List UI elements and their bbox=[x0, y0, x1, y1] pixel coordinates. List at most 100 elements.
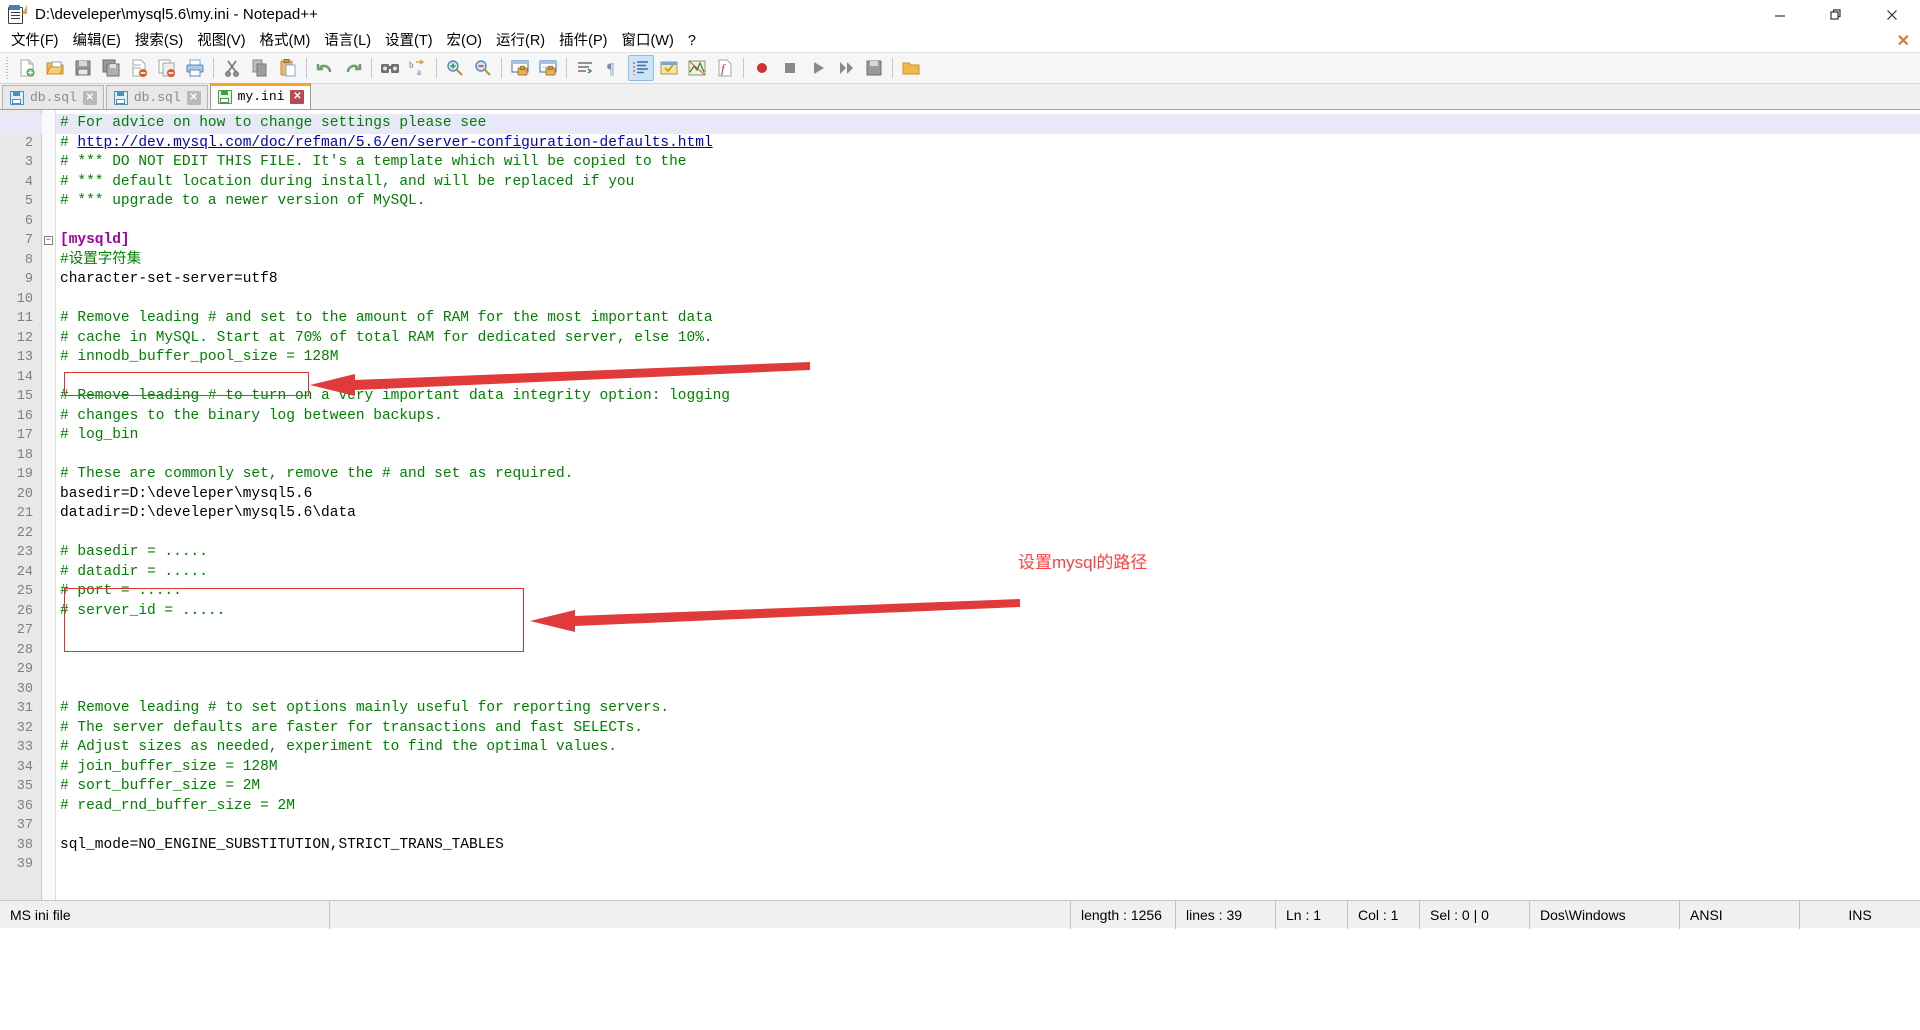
fold-collapse-icon[interactable]: − bbox=[44, 236, 53, 245]
play-macro-icon[interactable] bbox=[805, 55, 831, 81]
status-eol-format[interactable]: Dos\Windows bbox=[1530, 900, 1680, 929]
code-line[interactable]: # The server defaults are faster for tra… bbox=[60, 719, 1920, 739]
code-line[interactable] bbox=[60, 680, 1920, 700]
code-line[interactable]: # datadir = ..... bbox=[60, 563, 1920, 583]
save-all-icon[interactable] bbox=[98, 55, 124, 81]
menu-settings[interactable]: 设置(T) bbox=[378, 30, 440, 52]
indent-guide-icon[interactable] bbox=[628, 55, 654, 81]
close-icon[interactable] bbox=[1864, 0, 1920, 30]
code-line[interactable]: # cache in MySQL. Start at 70% of total … bbox=[60, 329, 1920, 349]
menu-format[interactable]: 格式(M) bbox=[253, 30, 318, 52]
code-line[interactable]: # For advice on how to change settings p… bbox=[56, 114, 1920, 134]
status-insert-mode[interactable]: INS bbox=[1800, 901, 1920, 929]
copy-icon[interactable] bbox=[247, 55, 273, 81]
code-line[interactable]: datadir=D:\develeper\mysql5.6\data bbox=[60, 504, 1920, 524]
menu-plugins[interactable]: 插件(P) bbox=[552, 30, 614, 52]
menu-language[interactable]: 语言(L) bbox=[317, 30, 378, 52]
tab-close-icon[interactable]: ✕ bbox=[290, 89, 305, 104]
minimize-icon[interactable] bbox=[1752, 0, 1808, 30]
sync-vertical-scroll-icon[interactable] bbox=[507, 55, 533, 81]
code-line[interactable]: # *** upgrade to a newer version of MySQ… bbox=[60, 192, 1920, 212]
tab-db-sql-2[interactable]: db.sql ✕ bbox=[105, 85, 208, 109]
paste-icon[interactable] bbox=[275, 55, 301, 81]
fold-margin[interactable]: − bbox=[42, 110, 56, 900]
redo-icon[interactable] bbox=[340, 55, 366, 81]
doc-map-icon[interactable] bbox=[684, 55, 710, 81]
code-line[interactable] bbox=[60, 855, 1920, 875]
zoom-in-icon[interactable] bbox=[442, 55, 468, 81]
cut-icon[interactable] bbox=[219, 55, 245, 81]
code-line[interactable]: #设置字符集 bbox=[60, 251, 1920, 271]
tab-close-icon[interactable]: ✕ bbox=[186, 90, 201, 105]
new-file-icon[interactable] bbox=[14, 55, 40, 81]
code-line[interactable]: character-set-server=utf8 bbox=[60, 270, 1920, 290]
code-text-area[interactable]: # For advice on how to change settings p… bbox=[56, 110, 1920, 900]
code-url-link[interactable]: http://dev.mysql.com/doc/refman/5.6/en/s… bbox=[77, 135, 712, 151]
code-line[interactable] bbox=[60, 816, 1920, 836]
menu-search[interactable]: 搜索(S) bbox=[128, 30, 190, 52]
play-multiple-macro-icon[interactable] bbox=[833, 55, 859, 81]
replace-icon[interactable]: b a bbox=[405, 55, 431, 81]
open-file-icon[interactable] bbox=[42, 55, 68, 81]
tab-my-ini[interactable]: my.ini ✕ bbox=[209, 83, 312, 109]
show-all-chars-icon[interactable]: ¶ bbox=[600, 55, 626, 81]
code-line[interactable] bbox=[60, 212, 1920, 232]
save-icon[interactable] bbox=[70, 55, 96, 81]
user-defined-dialog-icon[interactable] bbox=[656, 55, 682, 81]
code-line[interactable]: # Remove leading # and set to the amount… bbox=[60, 309, 1920, 329]
print-icon[interactable] bbox=[182, 55, 208, 81]
restore-icon[interactable] bbox=[1808, 0, 1864, 30]
code-line[interactable]: basedir=D:\develeper\mysql5.6 bbox=[60, 485, 1920, 505]
menu-run[interactable]: 运行(R) bbox=[489, 30, 552, 52]
folder-as-workspace-icon[interactable] bbox=[898, 55, 924, 81]
code-line[interactable]: # port = ..... bbox=[60, 582, 1920, 602]
function-list-icon[interactable]: f bbox=[712, 55, 738, 81]
undo-icon[interactable] bbox=[312, 55, 338, 81]
record-macro-icon[interactable] bbox=[749, 55, 775, 81]
code-line[interactable] bbox=[60, 290, 1920, 310]
toolbar-grip[interactable] bbox=[4, 57, 11, 79]
code-line[interactable]: # Remove leading # to turn on a very imp… bbox=[60, 387, 1920, 407]
code-line[interactable]: # join_buffer_size = 128M bbox=[60, 758, 1920, 778]
code-line[interactable] bbox=[60, 368, 1920, 388]
find-icon[interactable] bbox=[377, 55, 403, 81]
menu-view[interactable]: 视图(V) bbox=[190, 30, 252, 52]
code-line[interactable]: # *** default location during install, a… bbox=[60, 173, 1920, 193]
code-line[interactable]: # basedir = ..... bbox=[60, 543, 1920, 563]
code-line[interactable]: # read_rnd_buffer_size = 2M bbox=[60, 797, 1920, 817]
save-macro-icon[interactable] bbox=[861, 55, 887, 81]
code-line[interactable]: # log_bin bbox=[60, 426, 1920, 446]
code-line[interactable]: # *** DO NOT EDIT THIS FILE. It's a temp… bbox=[60, 153, 1920, 173]
code-line[interactable]: [mysqld] bbox=[60, 231, 1920, 251]
code-line[interactable]: # These are commonly set, remove the # a… bbox=[60, 465, 1920, 485]
code-line[interactable] bbox=[60, 641, 1920, 661]
close-document-icon[interactable]: ✕ bbox=[1897, 31, 1910, 51]
code-line[interactable] bbox=[60, 621, 1920, 641]
menu-help[interactable]: ? bbox=[681, 30, 703, 52]
code-line[interactable]: # sort_buffer_size = 2M bbox=[60, 777, 1920, 797]
code-line[interactable]: # Remove leading # to set options mainly… bbox=[60, 699, 1920, 719]
code-line[interactable]: # changes to the binary log between back… bbox=[60, 407, 1920, 427]
close-all-icon[interactable] bbox=[154, 55, 180, 81]
sync-horizontal-scroll-icon[interactable] bbox=[535, 55, 561, 81]
tab-db-sql-1[interactable]: db.sql ✕ bbox=[2, 85, 104, 109]
code-line[interactable]: # innodb_buffer_pool_size = 128M bbox=[60, 348, 1920, 368]
code-line[interactable] bbox=[60, 524, 1920, 544]
editor-area[interactable]: 1 2 3 4 5 6 7 8 9 10 11 12 13 14 15 16 17 18 19 20 21 22 23 24 2… bbox=[0, 110, 1920, 900]
word-wrap-icon[interactable] bbox=[572, 55, 598, 81]
stop-macro-icon[interactable] bbox=[777, 55, 803, 81]
menu-edit[interactable]: 编辑(E) bbox=[66, 30, 128, 52]
menu-file[interactable]: 文件(F) bbox=[4, 30, 66, 52]
tab-close-icon[interactable]: ✕ bbox=[82, 90, 97, 105]
code-line[interactable] bbox=[60, 660, 1920, 680]
menu-macro[interactable]: 宏(O) bbox=[440, 30, 489, 52]
code-line[interactable] bbox=[60, 446, 1920, 466]
code-line[interactable]: # server_id = ..... bbox=[60, 602, 1920, 622]
code-line[interactable]: # Adjust sizes as needed, experiment to … bbox=[60, 738, 1920, 758]
code-line[interactable]: # http://dev.mysql.com/doc/refman/5.6/en… bbox=[60, 134, 1920, 154]
status-encoding[interactable]: ANSI bbox=[1680, 900, 1800, 929]
menu-window[interactable]: 窗口(W) bbox=[614, 30, 680, 52]
close-file-icon[interactable] bbox=[126, 55, 152, 81]
code-line[interactable]: sql_mode=NO_ENGINE_SUBSTITUTION,STRICT_T… bbox=[60, 836, 1920, 856]
zoom-out-icon[interactable] bbox=[470, 55, 496, 81]
